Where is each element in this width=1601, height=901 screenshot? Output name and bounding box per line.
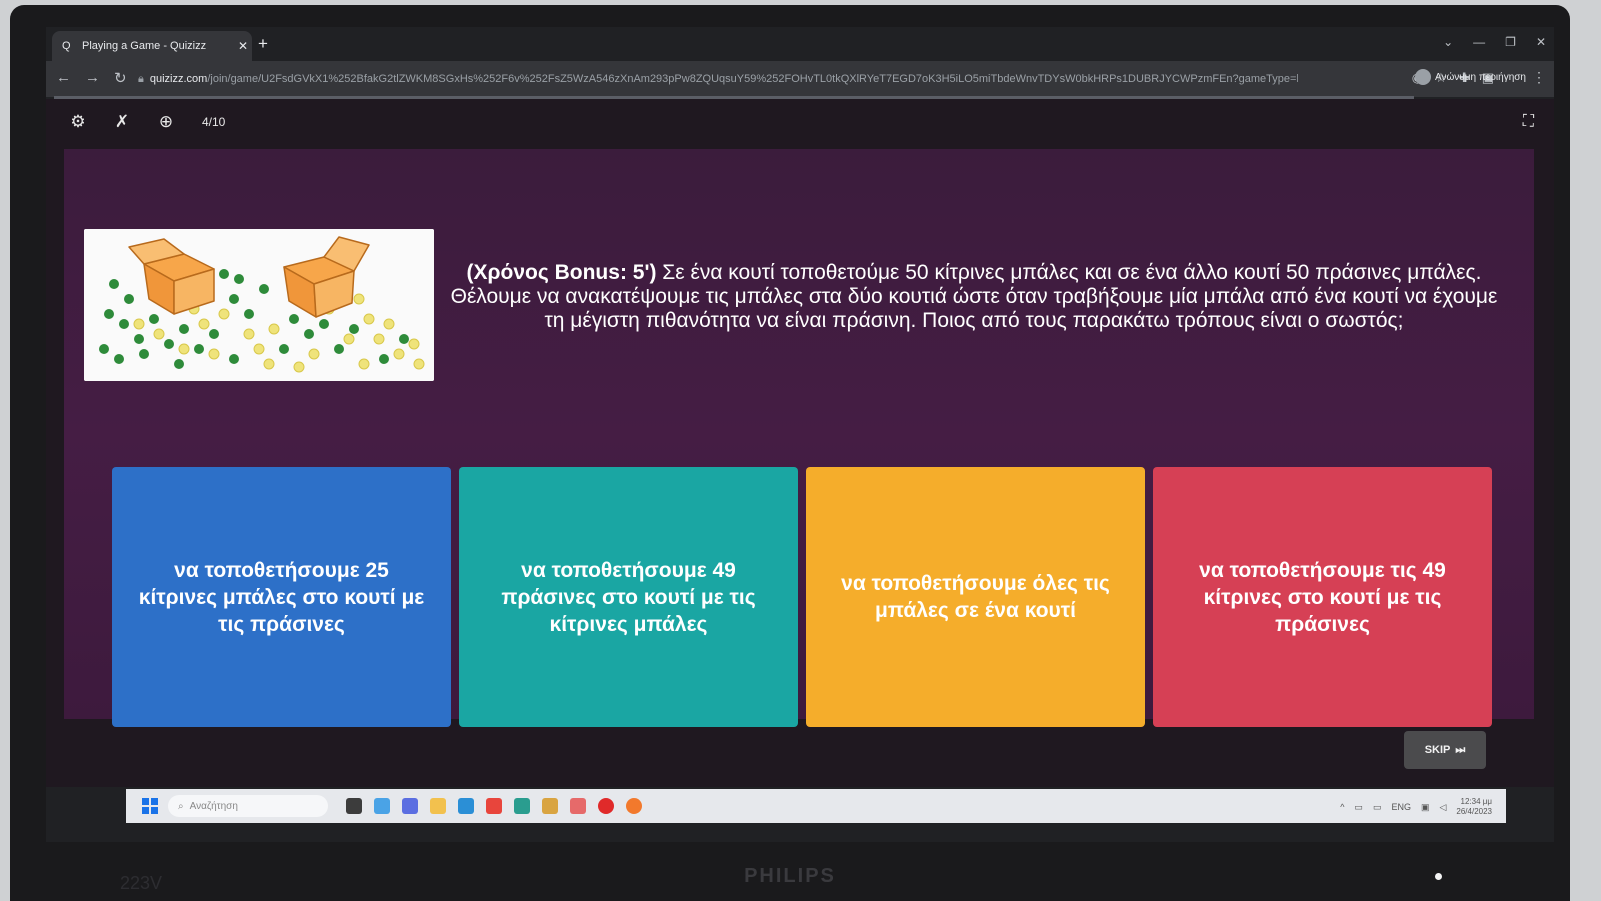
restore-icon[interactable]: ❐ — [1505, 35, 1516, 49]
tray-network-icon[interactable]: ▭ — [1354, 802, 1363, 813]
url-path: /join/game/U2FsdGVkX1%252BfakG2tlZWKM8SG… — [207, 73, 1298, 85]
zoom-in-icon[interactable]: ⊕ — [154, 112, 178, 132]
chat-icon[interactable] — [402, 798, 418, 814]
question-text: (Χρόνος Bonus: 5') Σε ένα κουτί τοποθετο… — [449, 261, 1499, 333]
window-controls: ⌄ — ❐ ✕ — [1443, 35, 1546, 49]
clock-time: 12:34 μμ — [1460, 797, 1492, 806]
windows-start-icon[interactable] — [142, 798, 158, 814]
minimize-icon[interactable]: — — [1473, 35, 1485, 49]
monitor-bezel: Q Playing a Game - Quizizz ✕ + ⌄ — ❐ ✕ ←… — [10, 5, 1570, 901]
boxes-and-balls-illustration — [84, 229, 434, 381]
tray-monitor-icon[interactable]: ▣ — [1421, 802, 1430, 813]
chrome-browser-icon[interactable] — [486, 798, 502, 814]
browser-tab-bar: Q Playing a Game - Quizizz ✕ + ⌄ — ❐ ✕ — [46, 27, 1554, 61]
tray-volume-icon[interactable]: ◁ — [1439, 802, 1446, 813]
close-window-icon[interactable]: ✕ — [1536, 35, 1546, 49]
opera-browser-icon[interactable] — [598, 798, 614, 814]
skip-button[interactable]: SKIP ⏭ — [1404, 731, 1486, 769]
browser-tab[interactable]: Q Playing a Game - Quizizz ✕ — [52, 31, 252, 61]
music-off-icon[interactable]: ✗ — [110, 112, 134, 132]
search-icon: ⌕ — [178, 800, 184, 812]
tray-display-icon[interactable]: ▭ — [1373, 802, 1382, 813]
tray-chevron-icon[interactable]: ^ — [1340, 802, 1344, 812]
question-stage: (Χρόνος Bonus: 5') Σε ένα κουτί τοποθετο… — [64, 149, 1534, 727]
new-tab-icon[interactable]: + — [258, 34, 268, 54]
windows-taskbar: ⌕ Αναζήτηση ^ ▭ ▭ ENG ▣ ◁ 12:34 μμ 26/4/… — [126, 789, 1506, 823]
browser-menu-icon[interactable]: ⋮ — [1532, 69, 1546, 86]
power-led — [1435, 873, 1442, 880]
navigation-buttons: ← → ↻ — [56, 69, 127, 87]
skip-next-icon: ⏭ — [1455, 743, 1466, 756]
answer-options: να τοποθετήσουμε 25 κίτρινες μπάλες στο … — [112, 467, 1492, 727]
quiz-game-area: ⚙ ✗ ⊕ 4/10 ⛶ (Χρόνος Bonus: 5') Σε ένα κ… — [46, 99, 1554, 787]
monitor-brand-logo: PHILIPS — [744, 865, 836, 887]
system-tray: ^ ▭ ▭ ENG ▣ ◁ 12:34 μμ 26/4/2023 — [1340, 797, 1492, 817]
taskbar-clock[interactable]: 12:34 μμ 26/4/2023 — [1456, 797, 1492, 817]
fullscreen-icon[interactable]: ⛶ — [1523, 113, 1534, 131]
language-indicator[interactable]: ENG — [1391, 802, 1411, 812]
tab-search-icon[interactable]: ⌄ — [1443, 35, 1453, 49]
answer-option-1[interactable]: να τοποθετήσουμε 25 κίτρινες μπάλες στο … — [112, 467, 451, 727]
taskbar-search[interactable]: ⌕ Αναζήτηση — [168, 795, 328, 817]
incognito-profile[interactable]: Ανώνυμη περιήγηση — [1415, 69, 1526, 85]
close-tab-icon[interactable]: ✕ — [234, 39, 252, 53]
widgets-icon[interactable] — [374, 798, 390, 814]
firefox-browser-icon[interactable] — [626, 798, 642, 814]
back-icon[interactable]: ← — [56, 69, 71, 87]
search-placeholder: Αναζήτηση — [189, 800, 238, 812]
quizizz-favicon-icon: Q — [62, 40, 71, 52]
screen: Q Playing a Game - Quizizz ✕ + ⌄ — ❐ ✕ ←… — [46, 27, 1554, 842]
skip-label: SKIP — [1424, 744, 1451, 756]
forward-icon[interactable]: → — [85, 69, 100, 87]
reload-icon[interactable]: ↻ — [114, 69, 127, 87]
question-image — [84, 229, 434, 381]
clock-date: 26/4/2023 — [1456, 807, 1492, 816]
url-host: quizizz.com — [149, 73, 208, 85]
store-app-icon[interactable] — [514, 798, 530, 814]
file-explorer-icon[interactable] — [430, 798, 446, 814]
taskbar-apps — [346, 798, 642, 814]
app-icon-2[interactable] — [570, 798, 586, 814]
question-counter: 4/10 — [202, 115, 226, 129]
question-bonus: (Χρόνος Bonus: 5') — [466, 261, 657, 284]
game-top-bar: ⚙ ✗ ⊕ 4/10 ⛶ — [46, 99, 1554, 145]
answer-option-4[interactable]: να τοποθετήσουμε τις 49 κίτρινες στο κου… — [1153, 467, 1492, 727]
answer-option-2[interactable]: να τοποθετήσουμε 49 πράσινες στο κουτί μ… — [459, 467, 798, 727]
profile-label: Ανώνυμη περιήγηση — [1435, 71, 1526, 83]
browser-toolbar: ← → ↻ 🔒︎ quizizz.com /join/game/U2FsdGVk… — [46, 61, 1554, 97]
app-icon[interactable] — [542, 798, 558, 814]
answer-option-3[interactable]: να τοποθετήσουμε όλες τις μπάλες σε ένα … — [806, 467, 1145, 727]
incognito-avatar-icon — [1415, 69, 1431, 85]
settings-gear-icon[interactable]: ⚙ — [66, 112, 90, 132]
task-view-icon[interactable] — [346, 798, 362, 814]
address-bar[interactable]: 🔒︎ quizizz.com /join/game/U2FsdGVkX1%252… — [138, 68, 1298, 90]
lock-icon: 🔒︎ — [138, 72, 144, 85]
edge-browser-icon[interactable] — [458, 798, 474, 814]
tab-title: Playing a Game - Quizizz — [82, 40, 207, 52]
